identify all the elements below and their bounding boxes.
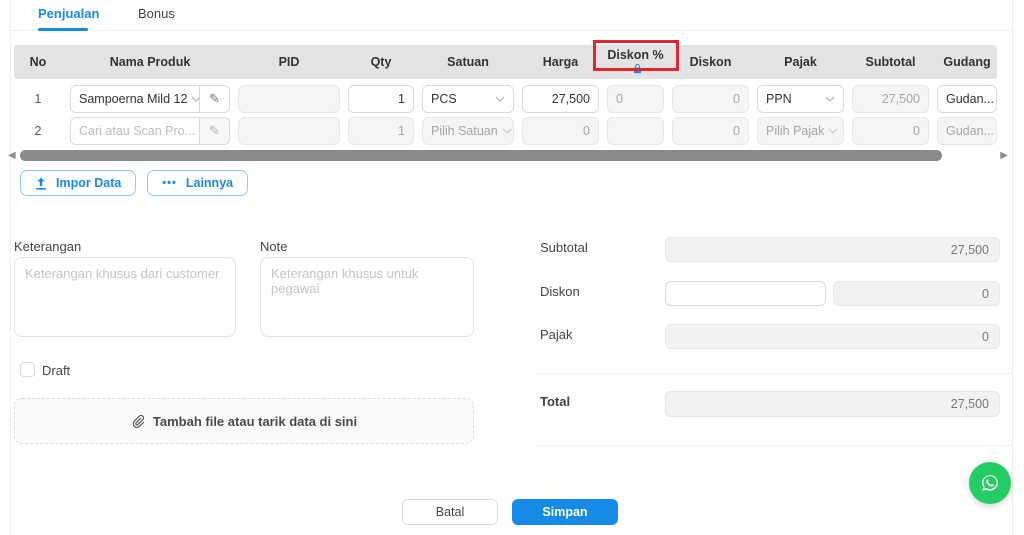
gudang-select-value: Gudan... [946, 91, 994, 106]
product-select[interactable]: Cari atau Scan Pro... [70, 116, 200, 145]
save-button[interactable]: Simpan [512, 499, 618, 525]
col-header-nama-produk: Nama Produk [109, 55, 191, 69]
qty-input[interactable] [348, 84, 414, 113]
col-header-diskon: Diskon [689, 55, 732, 69]
satuan-select[interactable]: Pilih Satuan [422, 116, 514, 145]
edit-product-button[interactable]: ✎ [200, 84, 230, 113]
ellipsis-icon: ••• [162, 177, 177, 189]
summary-diskon-field: 0 [833, 281, 1000, 306]
horizontal-scrollbar: ◀ ▶ [8, 149, 1008, 163]
note-label: Note [260, 239, 288, 254]
upload-icon [36, 177, 46, 190]
subtotal-field: 27,500 [852, 84, 929, 113]
more-options-button[interactable]: ••• Lainnya [147, 170, 249, 196]
col-header-diskon-pct: Diskon % [592, 39, 679, 77]
scroll-left-arrow-icon[interactable]: ◀ [8, 150, 16, 161]
keterangan-label: Keterangan [14, 239, 82, 254]
chevron-down-icon [502, 128, 512, 134]
table-toolbar: Impor Data ••• Lainnya [20, 170, 249, 196]
sales-form-page: Penjualan Bonus No Nama Produk PID Qty S… [0, 0, 1024, 535]
active-tab-indicator [38, 28, 88, 31]
col-header-pajak: Pajak [784, 55, 817, 69]
panel-right-border [1012, 0, 1013, 535]
summary-diskon-label: Diskon [540, 284, 580, 299]
product-select-value: Sampoerna Mild 12 [79, 91, 188, 106]
annotation-highlight-box [592, 39, 679, 71]
table-header: No Nama Produk PID Qty Satuan Harga Disk… [14, 39, 997, 79]
col-header-no: No [29, 55, 47, 69]
satuan-select[interactable]: PCS [422, 84, 514, 113]
note-textarea[interactable] [260, 257, 474, 337]
qty-field: 1 [348, 116, 414, 145]
harga-input[interactable] [522, 84, 599, 113]
tab-penjualan[interactable]: Penjualan [38, 6, 99, 21]
col-header-qty: Qty [370, 55, 392, 69]
file-dropzone[interactable]: Tambah file atau tarik data di sini [14, 398, 474, 444]
satuan-select-placeholder: Pilih Satuan [431, 123, 498, 138]
draft-label: Draft [42, 363, 71, 378]
file-dropzone-label: Tambah file atau tarik data di sini [152, 413, 358, 429]
summary-subtotal-field: 27,500 [665, 237, 1000, 262]
chevron-down-icon [191, 96, 199, 102]
pid-field [238, 84, 340, 113]
draft-checkbox[interactable] [20, 362, 35, 377]
summary-total-field: 27,500 [665, 391, 1000, 417]
paperclip-icon [132, 414, 145, 428]
keterangan-textarea[interactable] [14, 257, 236, 337]
import-data-label: Impor Data [56, 176, 122, 190]
col-header-subtotal: Subtotal [865, 55, 916, 69]
col-header-pid: PID [278, 55, 300, 69]
harga-field: 0 [522, 116, 599, 145]
summary-pajak-label: Pajak [540, 327, 573, 342]
diskon-field: 0 [672, 116, 749, 145]
col-header-gudang: Gudang [943, 55, 991, 69]
pajak-select-value: PPN [766, 91, 792, 106]
diskon-pct-field [607, 116, 664, 145]
more-options-label: Lainnya [185, 176, 234, 190]
edit-product-button[interactable]: ✎ [200, 116, 230, 145]
summary-diskon-input[interactable] [665, 281, 826, 306]
product-cell: Cari atau Scan Pro... ✎ [70, 116, 230, 145]
product-select-placeholder: Cari atau Scan Pro... [79, 123, 196, 138]
product-select[interactable]: Sampoerna Mild 12 [70, 84, 200, 113]
summary-total-label: Total [540, 394, 571, 409]
diskon-pct-field: 0 [607, 84, 664, 113]
chevron-down-icon [825, 96, 835, 102]
whatsapp-fab[interactable] [969, 462, 1011, 504]
summary-subtotal-label: Subtotal [540, 240, 588, 255]
table-row: 1 Sampoerna Mild 12 ✎ PCS 0 0 PPN 27,500… [14, 84, 997, 113]
whatsapp-icon [982, 475, 998, 491]
pajak-select[interactable]: PPN [757, 84, 844, 113]
scroll-right-arrow-icon[interactable]: ▶ [1000, 150, 1008, 161]
pid-field [238, 116, 340, 145]
subtotal-field: 0 [852, 116, 929, 145]
import-data-button[interactable]: Impor Data [20, 170, 137, 196]
gudang-select[interactable]: Gudan... [937, 116, 997, 145]
gudang-select[interactable]: Gudan... [937, 84, 997, 113]
pajak-select[interactable]: Pilih Pajak [757, 116, 844, 145]
chevron-down-icon [828, 128, 838, 134]
col-header-harga: Harga [542, 55, 579, 69]
satuan-select-value: PCS [431, 91, 457, 106]
chevron-down-icon [495, 96, 505, 102]
summary-divider-bottom [535, 445, 1013, 446]
diskon-field: 0 [672, 84, 749, 113]
col-header-satuan: Satuan [447, 55, 489, 69]
gudang-select-value: Gudan... [946, 123, 994, 138]
row-number: 2 [34, 123, 42, 138]
pajak-select-placeholder: Pilih Pajak [766, 123, 825, 138]
table-row: 2 Cari atau Scan Pro... ✎ 1 Pilih Satuan… [14, 116, 997, 145]
tab-bonus[interactable]: Bonus [138, 6, 175, 21]
tab-bar: Penjualan Bonus [10, 0, 1013, 31]
summary-pajak-field: 0 [665, 324, 1000, 349]
summary-divider-top [535, 373, 1013, 374]
product-cell: Sampoerna Mild 12 ✎ [70, 84, 230, 113]
cancel-button[interactable]: Batal [402, 499, 498, 525]
row-number: 1 [34, 91, 42, 106]
scrollbar-thumb[interactable] [20, 150, 942, 161]
panel-left-border [10, 0, 11, 535]
